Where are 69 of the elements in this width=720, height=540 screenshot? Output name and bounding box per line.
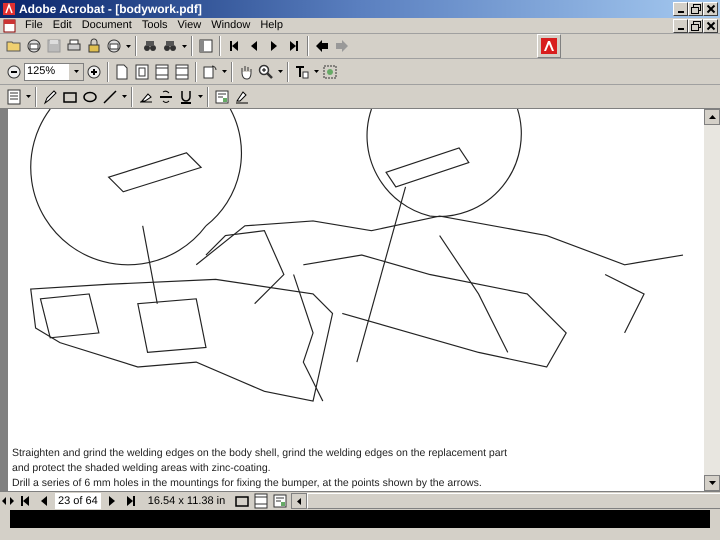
close-icon [706, 4, 716, 14]
text-cursor-icon [294, 64, 310, 80]
close-icon [706, 20, 716, 30]
minimize-button[interactable] [673, 18, 688, 32]
zoom-in-icon [86, 64, 102, 80]
double-arrow-icon [2, 496, 14, 506]
pencil-icon [42, 88, 58, 104]
minimize-icon [678, 11, 684, 13]
page-number-field[interactable]: 23 of 64 [55, 493, 101, 509]
page-icon [174, 64, 190, 80]
pen-icon [234, 88, 250, 104]
menu-item[interactable]: File [20, 17, 48, 34]
horizontal-scrollbar[interactable] [291, 493, 720, 509]
up-arrow-icon [708, 115, 716, 119]
selection-icon [322, 64, 338, 80]
padlock-icon [86, 38, 102, 54]
body-text-line: Drill a series of 6 mm holes in the mountings for fixing the bumper, at the points shown by the arrows. [12, 476, 483, 491]
menu-item[interactable]: Help [255, 17, 288, 34]
caret-icon[interactable] [314, 70, 318, 73]
restore-button[interactable] [688, 2, 703, 16]
zoom-out-icon [6, 64, 22, 80]
rotate-page-icon [202, 64, 218, 80]
minimize-icon [678, 28, 684, 30]
panel-icon [198, 38, 214, 54]
menu-item[interactable]: View [172, 17, 206, 34]
restore-button[interactable] [688, 18, 703, 32]
menu-item[interactable]: Document [76, 17, 137, 34]
menu-item[interactable]: Window [206, 17, 256, 34]
caret-icon[interactable] [74, 70, 78, 73]
app-icon [2, 2, 16, 16]
close-button[interactable] [703, 2, 718, 16]
page-icon [154, 64, 170, 80]
continuous-button[interactable] [253, 491, 270, 511]
underline-icon [178, 88, 194, 104]
right-arrow-icon [334, 38, 350, 54]
minimize-button[interactable] [673, 2, 688, 16]
adobe-logo-button[interactable] [537, 34, 561, 58]
strikethrough-icon [158, 88, 174, 104]
left-arrow-icon [297, 498, 302, 504]
vertical-scrollbar[interactable] [704, 109, 720, 491]
caret-icon[interactable] [26, 95, 30, 98]
binoculars-icon [162, 38, 178, 54]
page-icon [114, 64, 130, 80]
caret-icon[interactable] [222, 70, 226, 73]
body-text-line: Straighten and grind the welding edges on the body shell, grind the welding edges on the replacement part [12, 446, 508, 461]
down-arrow-icon [708, 481, 716, 485]
page-icon [134, 64, 150, 80]
binoculars-icon [142, 38, 158, 54]
form-icon [272, 493, 288, 509]
document-icon [3, 18, 16, 32]
left-arrow-icon [314, 38, 330, 54]
adobe-logo-icon [541, 38, 557, 54]
window-title: Adobe Acrobat - [bodywork.pdf] [19, 1, 202, 18]
zoom-field[interactable]: 125% [24, 62, 84, 80]
page-icon [253, 493, 270, 509]
form-icon [214, 88, 230, 104]
caret-icon[interactable] [198, 95, 202, 98]
body-text-line: and protect the shaded welding areas with zinc-coating. [12, 461, 272, 476]
caret-icon[interactable] [122, 95, 126, 98]
magnifier-icon [258, 64, 274, 80]
caret-icon[interactable] [182, 44, 186, 48]
menu-item[interactable]: Edit [48, 17, 77, 34]
page-size-label: 16.54 x 11.38 in [146, 494, 226, 509]
note-icon [6, 88, 22, 104]
line-icon [102, 88, 118, 104]
caret-icon[interactable] [278, 70, 282, 73]
close-button[interactable] [703, 18, 718, 32]
menu-item[interactable]: Tools [136, 17, 173, 34]
caret-icon[interactable] [126, 44, 130, 48]
